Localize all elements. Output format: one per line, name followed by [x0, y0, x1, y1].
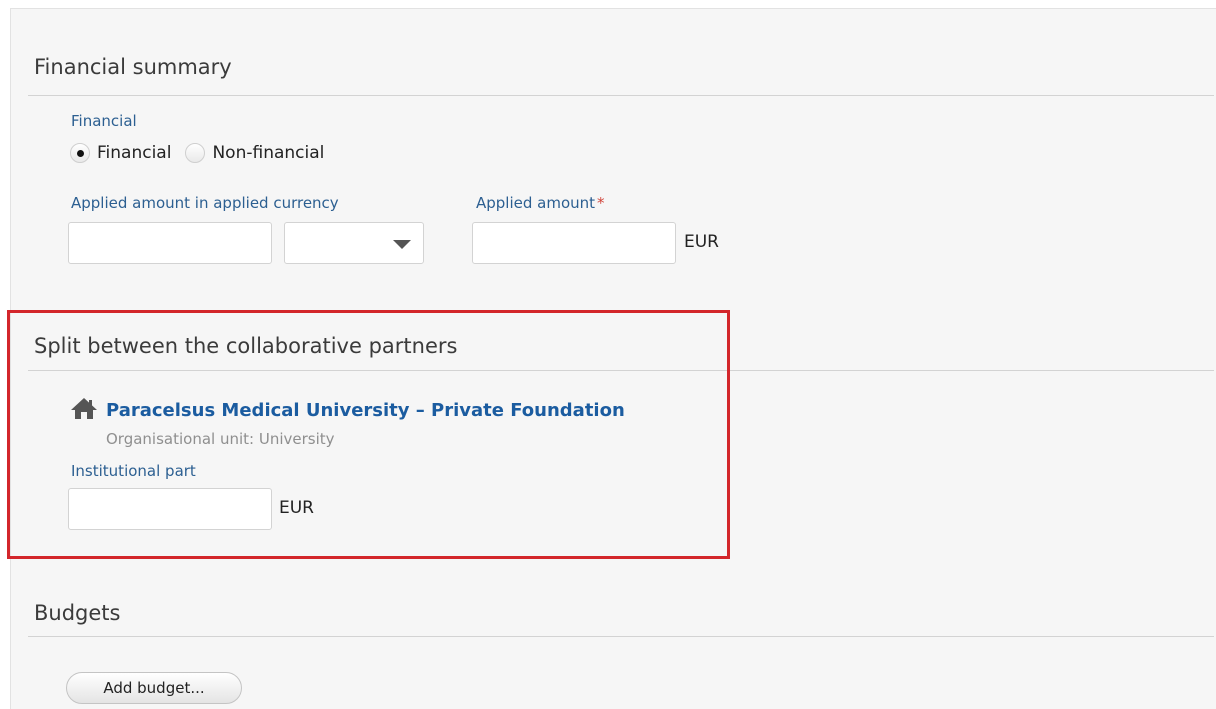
chevron-down-icon [393, 240, 411, 249]
radio-selected-dot [76, 149, 84, 157]
currency-select[interactable] [284, 222, 424, 264]
applied-currency-amount-input[interactable] [68, 222, 272, 264]
section-divider [28, 636, 1214, 637]
applied-amount-unit: EUR [684, 232, 719, 252]
budgets-title: Budgets [34, 601, 121, 625]
financial-type-radio-group: Financial Non-financial [70, 143, 338, 163]
applied-amount-label-text: Applied amount [476, 194, 596, 212]
radio-non-financial[interactable] [185, 143, 206, 163]
financial-summary-title: Financial summary [34, 55, 232, 79]
radio-financial[interactable] [70, 143, 90, 163]
radio-financial-label[interactable]: Financial [97, 143, 171, 163]
section-divider [28, 95, 1214, 96]
required-marker: * [597, 194, 605, 212]
radio-non-financial-label[interactable]: Non-financial [212, 143, 324, 163]
applied-amount-input[interactable] [472, 222, 676, 264]
financial-type-label: Financial [71, 112, 137, 130]
highlight-box [7, 310, 730, 559]
applied-amount-label: Applied amount * [476, 194, 605, 212]
add-budget-button[interactable]: Add budget... [66, 672, 242, 704]
applied-currency-label: Applied amount in applied currency [71, 194, 339, 212]
